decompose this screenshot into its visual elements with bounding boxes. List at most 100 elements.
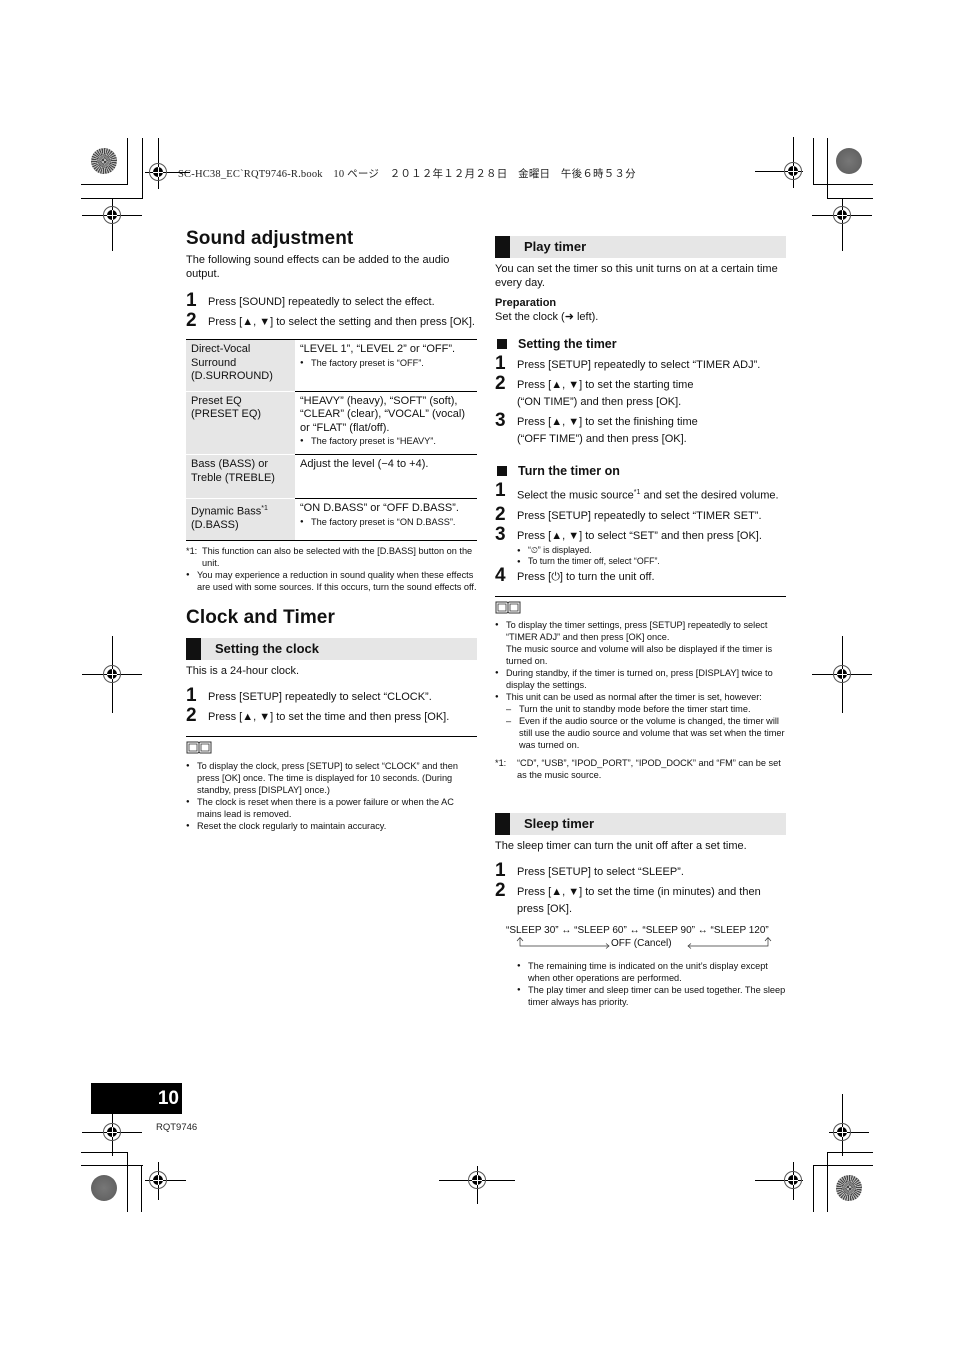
effect-name: Preset EQ (PRESET EQ): [186, 391, 295, 455]
color-target-icon: [91, 1175, 117, 1201]
sleep-timer-intro: The sleep timer can turn the unit off af…: [495, 839, 747, 852]
effect-name: Bass (BASS) or Treble (TREBLE): [186, 454, 295, 499]
step-text: Press [SOUND] repeatedly to select the e…: [208, 296, 435, 308]
color-target-icon: [836, 1175, 862, 1201]
subheading-turn-timer-on: Turn the timer on: [495, 463, 786, 479]
step: 2 Press [▲, ▼] to set the time and then …: [186, 704, 477, 726]
sound-adjustment-title: Sound adjustment: [186, 228, 354, 249]
table-row: Dynamic Bass*1 (D.BASS) “ON D.BASS” or “…: [186, 498, 477, 541]
effect-options: “ON D.BASS” or “OFF D.BASS”.: [300, 502, 459, 514]
effect-value: “HEAVY” (heavy), “SOFT” (soft), “CLEAR” …: [295, 391, 477, 455]
bullet-note: The remaining time is indicated on the u…: [517, 960, 786, 984]
bullet-note: This unit can be used as normal after th…: [495, 691, 786, 703]
subheading-text: Turn the timer on: [518, 464, 620, 478]
section-heading: Sleep timer: [524, 815, 595, 831]
page-number: 10: [91, 1083, 182, 1114]
note-book-icon: [186, 741, 477, 759]
divider: [186, 735, 477, 737]
step-text: Select the music source: [517, 489, 634, 502]
footnote-mark: *1:: [186, 545, 198, 556]
effect-value: “LEVEL 1”, “LEVEL 2” or “OFF”. The facto…: [295, 339, 477, 392]
section-header-play-timer: Play timer: [495, 236, 786, 258]
play-timer-intro: You can set the timer so this unit turns…: [495, 263, 778, 289]
step-text: Press [▲, ▼] to set the time (in minutes…: [517, 885, 761, 915]
effect-options: Adjust the level (−4 to +4).: [300, 458, 429, 470]
step: 2 Press [▲, ▼] to select the setting and…: [186, 310, 477, 331]
divider: [495, 595, 786, 597]
subheading-text: Setting the timer: [518, 337, 617, 351]
step: 1 Press [SETUP] to select “SLEEP”.: [495, 860, 786, 881]
step-number: 3: [495, 523, 506, 545]
step-number: 1: [495, 353, 506, 374]
step-text: Press [▲, ▼] to select the setting and t…: [208, 316, 475, 328]
bullet-note: To display the timer settings, press [SE…: [495, 619, 786, 667]
sound-adjustment-intro: The following sound effects can be added…: [186, 254, 450, 280]
footnote: *1: This function can also be selected w…: [186, 545, 477, 569]
table-row: Bass (BASS) or Treble (TREBLE) Adjust th…: [186, 454, 477, 499]
step-text: Press [▲, ▼] to select “SET” and then pr…: [517, 529, 762, 542]
step-number: 2: [186, 310, 197, 331]
color-target-icon: [91, 148, 117, 174]
step-text: Press [SETUP] repeatedly to select “TIME…: [517, 509, 762, 522]
footnote-text: This function can also be selected with …: [202, 545, 473, 568]
step: 1 Press [SETUP] repeatedly to select “CL…: [186, 684, 477, 706]
step: 2 Press [▲, ▼] to set the time (in minut…: [495, 879, 786, 918]
effect-value: Adjust the level (−4 to +4).: [295, 454, 477, 499]
section-marker: [495, 236, 510, 258]
effect-options: “LEVEL 1”, “LEVEL 2” or “OFF”.: [300, 343, 456, 355]
step: 3 Press [▲, ▼] to set the finishing time…: [495, 410, 786, 448]
step: 4 Press [⏻] to turn the unit off.: [495, 564, 786, 586]
step-text: Press [SETUP] to select “SLEEP”.: [517, 865, 684, 878]
print-header: SC-HC38_EC`RQT9746-R.book 10 ページ ２０１２年１２…: [178, 169, 636, 180]
clock-timer-title: Clock and Timer: [186, 606, 335, 628]
section-marker: [495, 812, 510, 835]
step-number: 2: [186, 704, 197, 726]
step-number: 1: [495, 480, 506, 501]
bullet-note: The clock is reset when there is a power…: [186, 796, 477, 820]
step-text: Press [⏻] to turn the unit off.: [517, 570, 655, 583]
effect-options: “HEAVY” (heavy), “SOFT” (soft), “CLEAR” …: [300, 394, 466, 434]
note-text: To display the timer settings, press [SE…: [506, 619, 768, 642]
step: 1 Press [SOUND] repeatedly to select the…: [186, 291, 477, 311]
sleep-sequence-diagram: “SLEEP 30” ↔ “SLEEP 60” ↔ “SLEEP 90” ↔ “…: [506, 924, 786, 952]
step-number: 2: [495, 879, 506, 901]
step-number: 3: [495, 410, 506, 431]
step-number: 4: [495, 564, 506, 586]
step-number: 2: [495, 373, 506, 394]
bullet-note: The play timer and sleep timer can be us…: [517, 984, 786, 1008]
step-number: 2: [495, 503, 506, 525]
bullet-note: During standby, if the timer is turned o…: [495, 667, 786, 691]
step: 3 Press [▲, ▼] to select “SET” and then …: [495, 523, 786, 568]
preparation-label: Preparation: [495, 297, 557, 309]
sleep-sequence: “SLEEP 30” ↔ “SLEEP 60” ↔ “SLEEP 90” ↔ “…: [506, 924, 769, 936]
section-marker: [186, 637, 201, 660]
document-code: RQT9746: [156, 1122, 198, 1133]
square-bullet-icon: [497, 339, 507, 349]
sound-effects-table: Direct-Vocal Surround (D.SURROUND) “LEVE…: [186, 339, 477, 541]
footnote-mark: *1:: [495, 757, 507, 768]
section-header-sleep-timer: Sleep timer: [495, 812, 786, 835]
step-text: Press [SETUP] repeatedly to select “CLOC…: [208, 690, 432, 703]
preparation-text: Set the clock (➜ left).: [495, 311, 599, 323]
clock-intro: This is a 24-hour clock.: [186, 664, 300, 677]
note-text: Turn the unit to standby mode before the…: [519, 703, 751, 714]
step-number: 1: [186, 684, 197, 706]
step-text: Press [▲, ▼] to set the time and then pr…: [208, 710, 450, 723]
effect-note: The factory preset is “ON D.BASS”.: [300, 516, 473, 528]
step: 2 Press [▲, ▼] to set the starting time …: [495, 373, 786, 411]
step: 2 Press [SETUP] repeatedly to select “TI…: [495, 503, 786, 525]
effect-note: The factory preset is “OFF”.: [300, 357, 473, 369]
subheading-setting-timer: Setting the timer: [495, 336, 786, 352]
footnote: *1: “CD”, “USB”, “IPOD_PORT”, “IPOD_DOCK…: [495, 757, 786, 781]
footnote-text: “CD”, “USB”, “IPOD_PORT”, “IPOD_DOCK” an…: [517, 757, 781, 780]
section-heading: Setting the clock: [215, 640, 320, 656]
section-heading: Play timer: [524, 239, 587, 254]
dash-note: – Turn the unit to standby mode before th…: [506, 703, 751, 714]
step-text: Press [▲, ▼] to set the finishing time (…: [517, 416, 698, 445]
dash-note: – Even if the audio source or the volume …: [506, 715, 785, 750]
effect-value: “ON D.BASS” or “OFF D.BASS”. The factory…: [295, 498, 477, 541]
square-bullet-icon: [497, 466, 507, 476]
effect-name-text: (D.BASS): [191, 519, 239, 532]
table-row: Preset EQ (PRESET EQ) “HEAVY” (heavy), “…: [186, 391, 477, 455]
sleep-cancel-label: OFF (Cancel): [611, 937, 672, 949]
